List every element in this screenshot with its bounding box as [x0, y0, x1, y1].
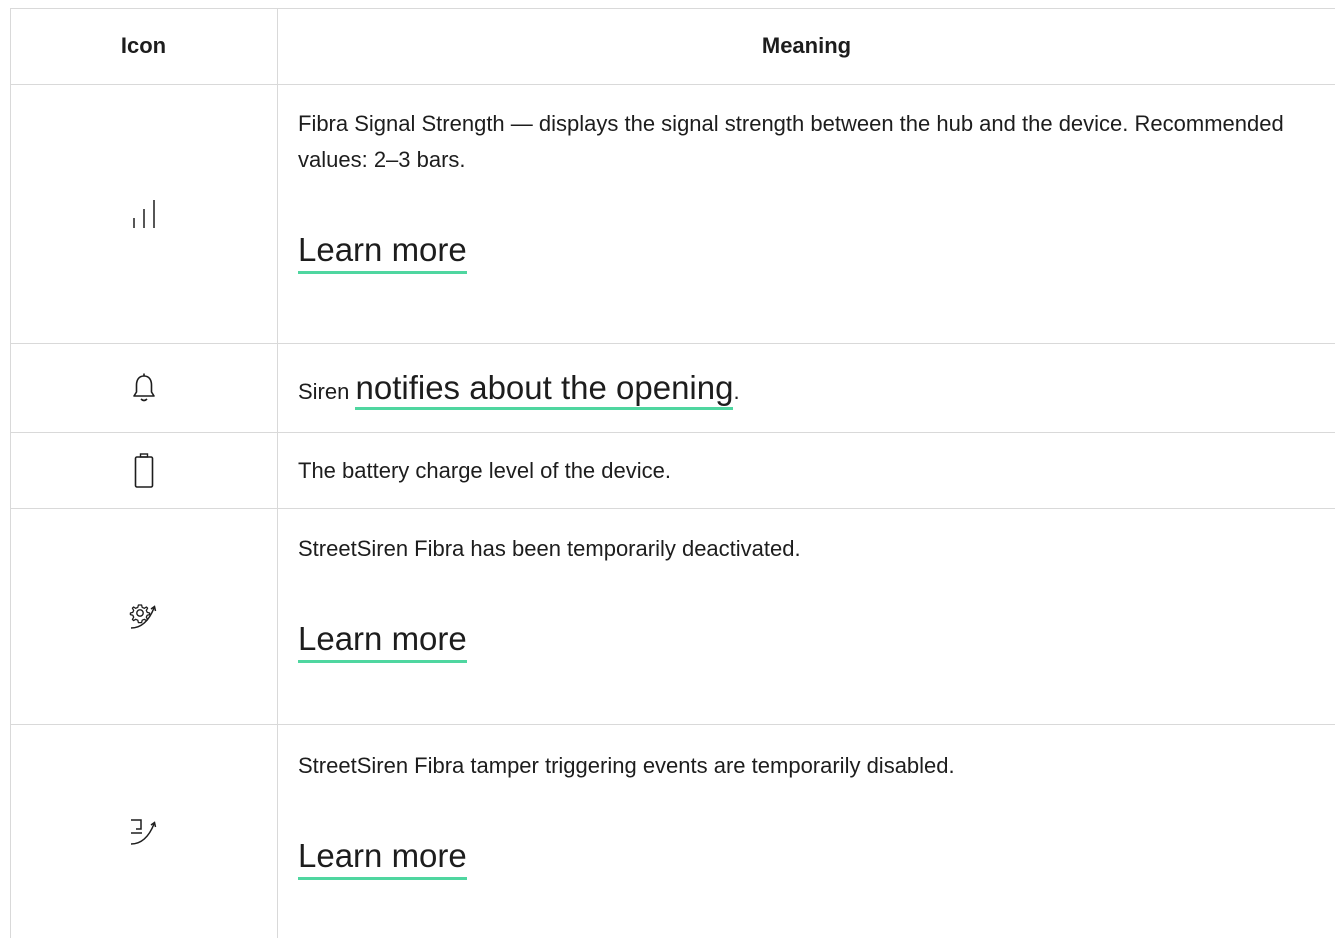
table-row-meaning: StreetSiren Fibra has been temporarily d… — [298, 531, 1295, 663]
battery-description: The battery charge level of the device. — [298, 458, 671, 483]
notifies-about-opening-link[interactable]: notifies about the opening — [355, 369, 734, 410]
deactivated-description: StreetSiren Fibra has been temporarily d… — [298, 536, 801, 561]
bell-icon — [132, 373, 156, 403]
signal-strength-description: Fibra Signal Strength — displays the sig… — [298, 111, 1284, 172]
column-divider — [277, 8, 278, 938]
icon-meaning-table: Icon Meaning Fibra Signal Strength — dis… — [10, 8, 1335, 938]
table-row-icon-cell — [10, 344, 277, 432]
tamper-description: StreetSiren Fibra tamper triggering even… — [298, 753, 955, 778]
table-row-icon-cell — [10, 509, 277, 724]
learn-more-link[interactable]: Learn more — [298, 836, 467, 880]
table-row-icon-cell — [10, 433, 277, 508]
table-row-meaning: StreetSiren Fibra tamper triggering even… — [298, 748, 1295, 880]
learn-more-link[interactable]: Learn more — [298, 230, 467, 274]
period-text: . — [733, 379, 740, 404]
battery-icon — [134, 452, 154, 489]
table-row-icon-cell — [10, 725, 277, 938]
siren-text: Siren — [298, 379, 350, 404]
gear-deactivated-icon — [128, 602, 160, 632]
signal-strength-icon — [131, 199, 157, 229]
table-row-meaning: The battery charge level of the device. — [298, 453, 1295, 489]
table-row-icon-cell — [10, 84, 277, 343]
header-icon: Icon — [120, 33, 167, 58]
table-row-meaning: Fibra Signal Strength — displays the sig… — [298, 106, 1295, 274]
tamper-disabled-icon — [128, 817, 160, 847]
header-meaning: Meaning — [761, 33, 852, 58]
learn-more-link[interactable]: Learn more — [298, 619, 467, 663]
table-row-meaning: Siren notifies about the opening. — [298, 366, 1295, 414]
